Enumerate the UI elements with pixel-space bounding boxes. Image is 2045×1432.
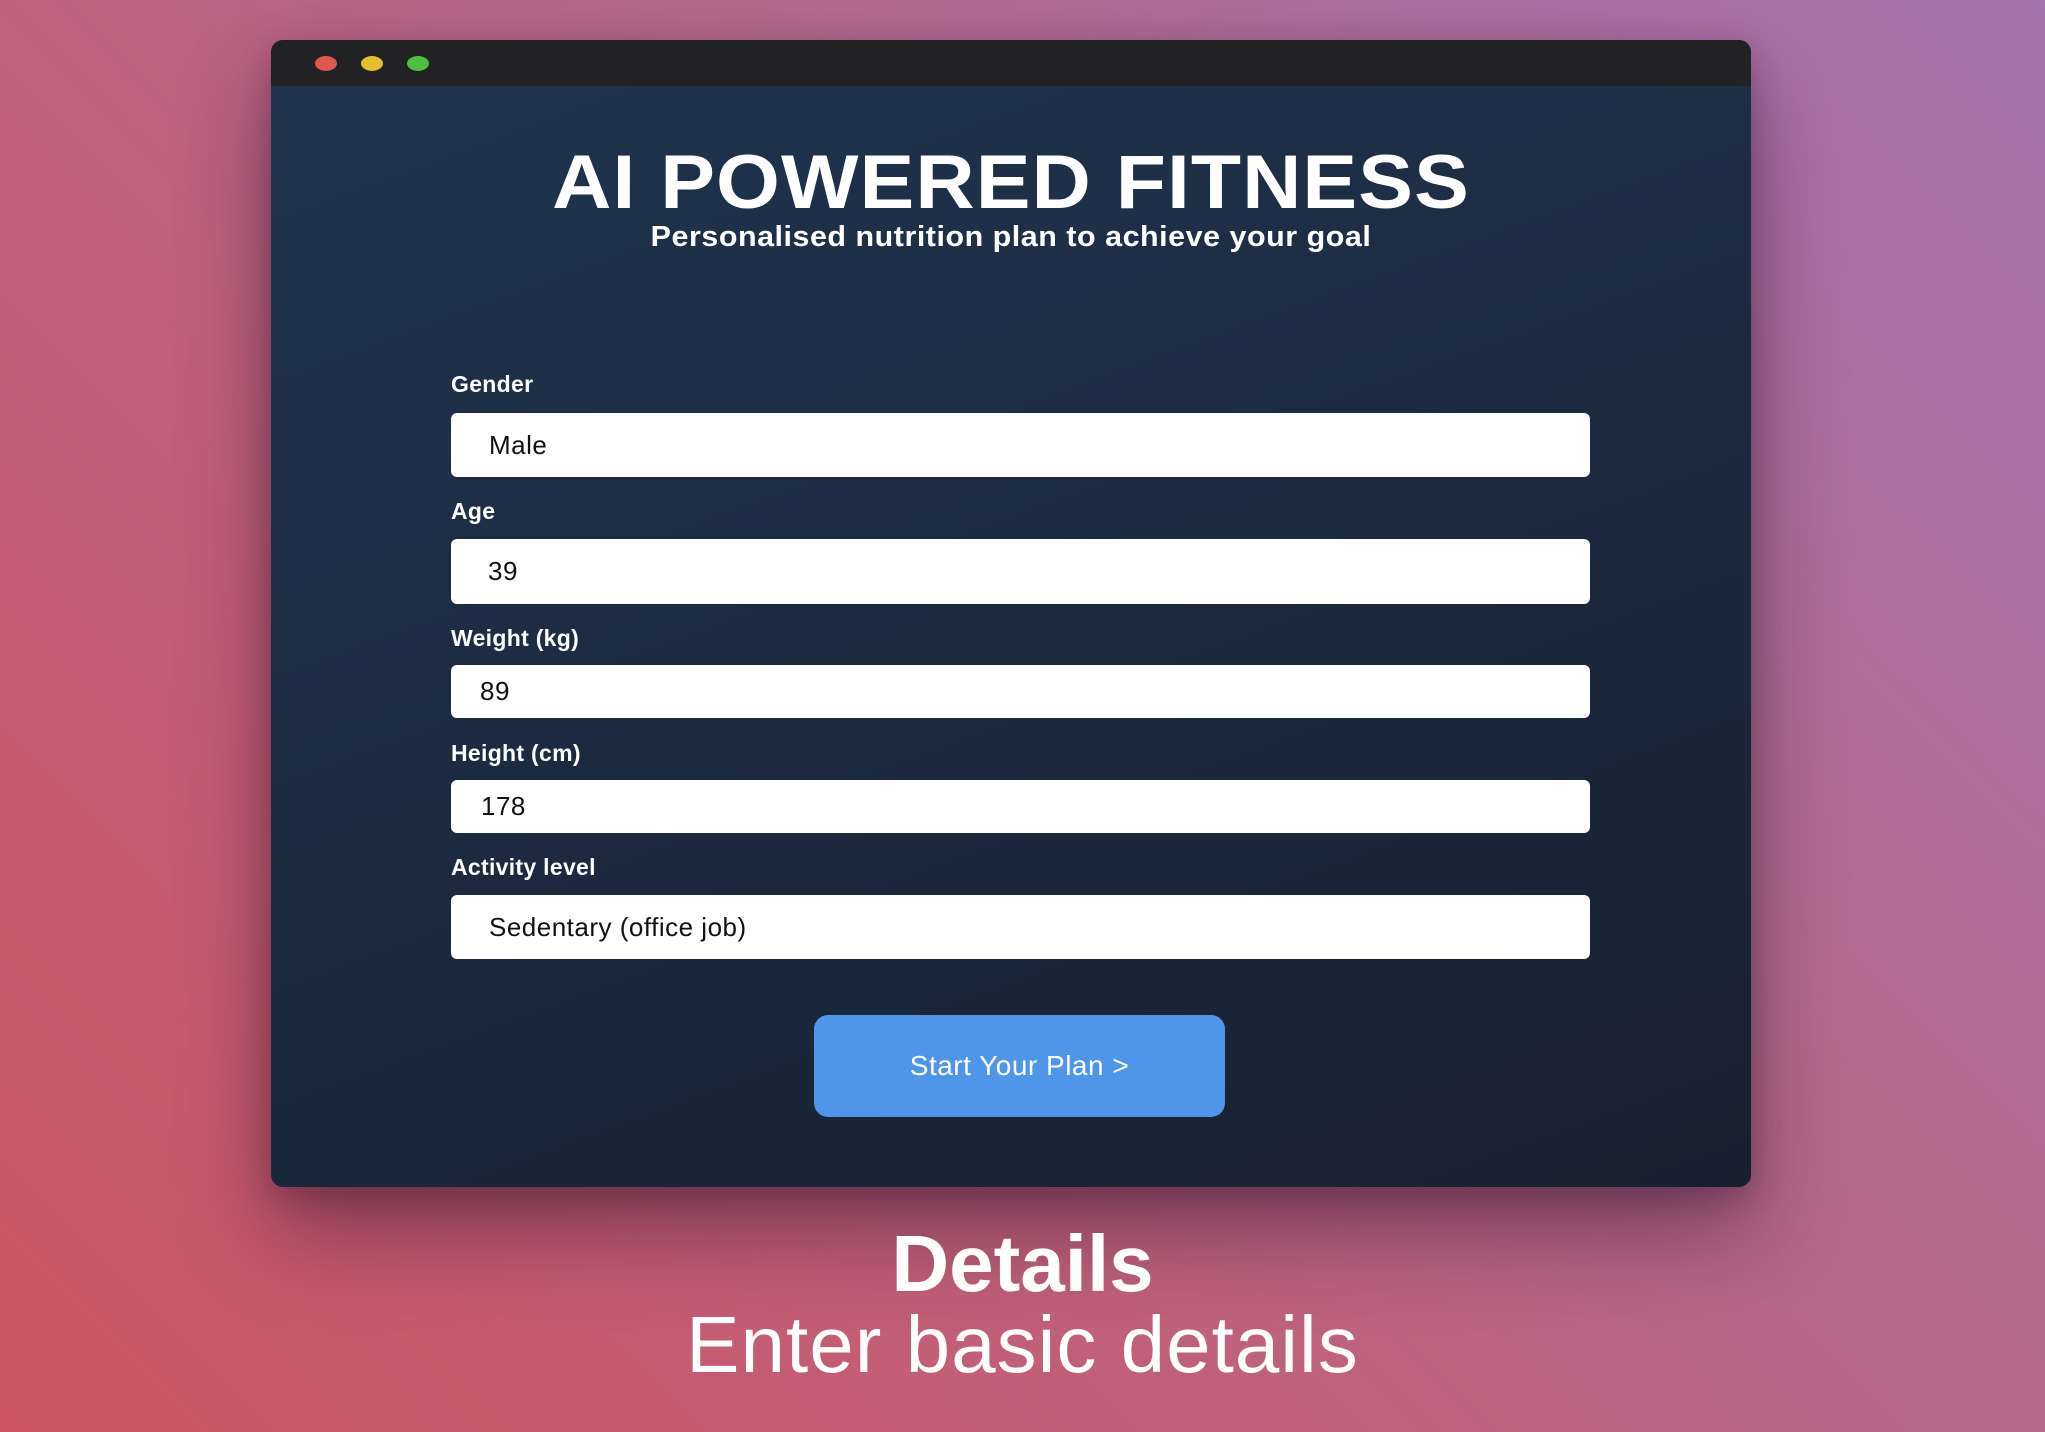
age-label: Age: [451, 498, 496, 524]
app-subtitle: Personalised nutrition plan to achieve y…: [650, 221, 1372, 253]
height-input[interactable]: 178: [451, 780, 1590, 833]
weight-input[interactable]: 89: [451, 665, 1590, 718]
minimize-window-icon[interactable]: [361, 56, 383, 71]
height-label: Height (cm): [451, 740, 581, 766]
maximize-window-icon[interactable]: [407, 56, 429, 71]
activity-level-label: Activity level: [451, 854, 596, 880]
caption-title: Details: [891, 1219, 1154, 1308]
window-titlebar: [271, 40, 1751, 86]
caption-subtitle: Enter basic details: [686, 1300, 1359, 1389]
app-window: AI POWERED FITNESS Personalised nutritio…: [271, 40, 1751, 1187]
app-title: AI POWERED FITNESS: [552, 140, 1470, 225]
close-window-icon[interactable]: [315, 56, 337, 71]
gender-select[interactable]: Male: [451, 413, 1590, 477]
activity-level-select[interactable]: Sedentary (office job): [451, 895, 1590, 959]
weight-label: Weight (kg): [451, 625, 580, 651]
start-plan-button[interactable]: Start Your Plan >: [814, 1015, 1225, 1117]
gender-label: Gender: [451, 371, 534, 397]
age-input[interactable]: 39: [451, 539, 1590, 604]
